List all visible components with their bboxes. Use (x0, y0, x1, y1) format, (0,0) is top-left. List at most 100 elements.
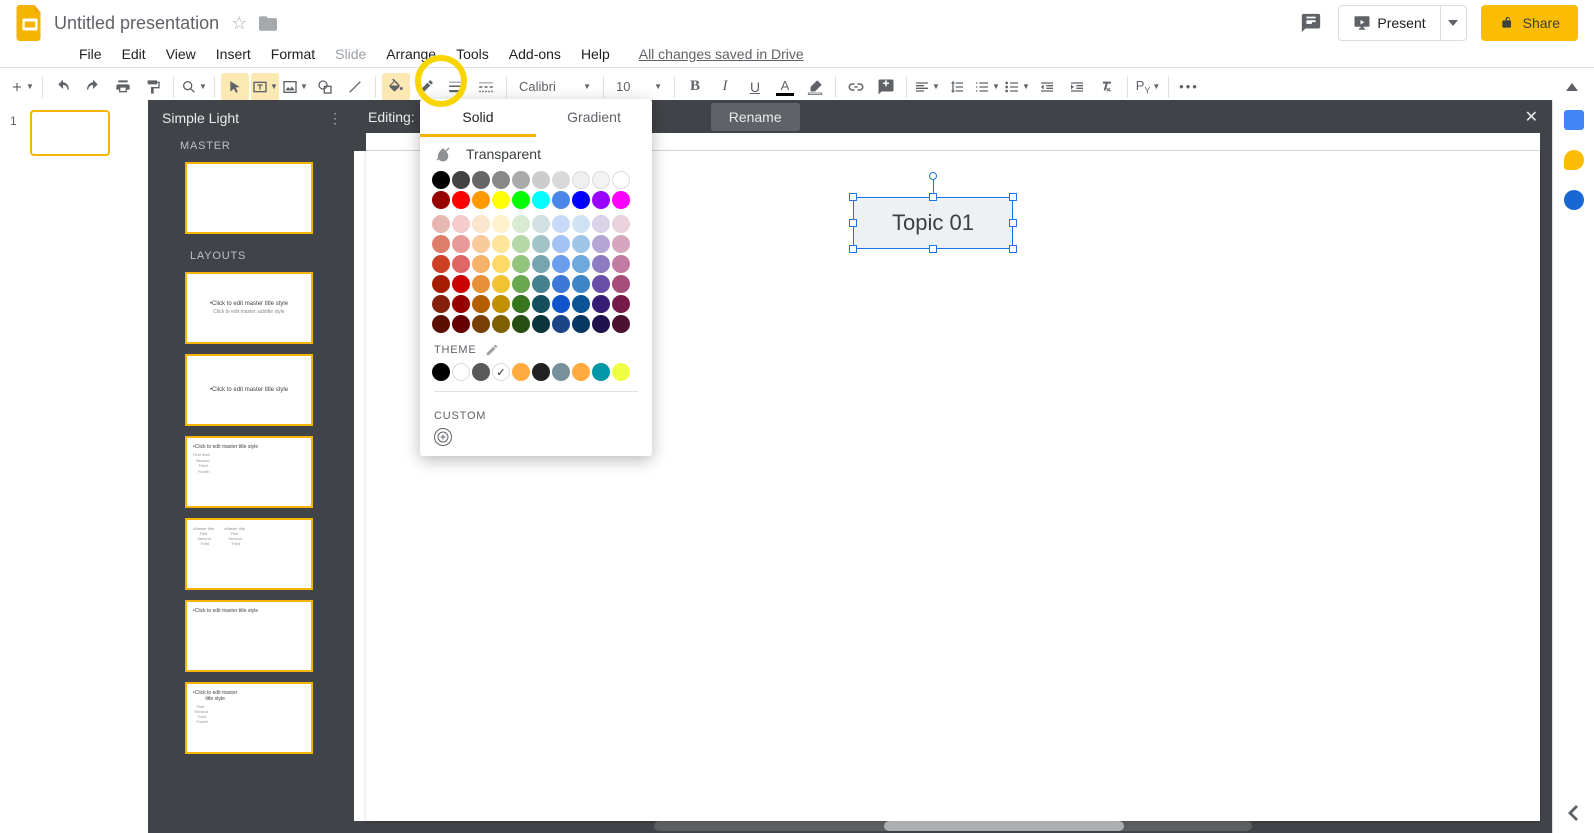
theme-color-swatch[interactable] (472, 363, 490, 381)
color-swatch[interactable] (472, 191, 490, 209)
theme-color-swatch[interactable] (532, 363, 550, 381)
color-swatch[interactable] (552, 191, 570, 209)
color-swatch[interactable] (472, 171, 490, 189)
more-tools-button[interactable]: ••• (1175, 73, 1203, 101)
tab-solid[interactable]: Solid (420, 99, 536, 137)
color-swatch[interactable] (452, 315, 470, 333)
rotate-handle[interactable] (929, 172, 937, 180)
color-swatch[interactable] (492, 275, 510, 293)
rename-button[interactable]: Rename (711, 103, 800, 131)
menu-insert[interactable]: Insert (207, 42, 260, 66)
new-slide-button[interactable]: ▼ (8, 73, 36, 101)
resize-handle-t[interactable] (929, 193, 937, 201)
master-thumbnail[interactable] (185, 162, 313, 234)
color-swatch[interactable] (572, 295, 590, 313)
close-master-button[interactable]: ✕ (1525, 107, 1538, 127)
color-swatch[interactable] (492, 295, 510, 313)
bold-button[interactable]: B (681, 73, 709, 101)
color-swatch[interactable] (572, 255, 590, 273)
star-icon[interactable]: ☆ (231, 13, 247, 34)
insert-comment-button[interactable] (872, 73, 900, 101)
color-swatch[interactable] (512, 315, 530, 333)
increase-indent-button[interactable] (1063, 73, 1091, 101)
color-swatch[interactable] (452, 235, 470, 253)
color-swatch[interactable] (432, 215, 450, 233)
color-swatch[interactable] (432, 191, 450, 209)
color-swatch[interactable] (472, 275, 490, 293)
textbox-tool[interactable]: ▼ (251, 73, 279, 101)
color-swatch[interactable] (612, 315, 630, 333)
resize-handle-tr[interactable] (1009, 193, 1017, 201)
color-swatch[interactable] (552, 235, 570, 253)
line-spacing-button[interactable] (943, 73, 971, 101)
theme-color-swatch[interactable] (512, 363, 530, 381)
color-swatch[interactable] (492, 191, 510, 209)
color-swatch[interactable] (552, 295, 570, 313)
theme-color-swatch[interactable] (592, 363, 610, 381)
resize-handle-br[interactable] (1009, 245, 1017, 253)
color-swatch[interactable] (532, 171, 550, 189)
layout-thumb-body-1col[interactable]: •Click to edit master title style First … (185, 436, 313, 508)
underline-button[interactable]: U (741, 73, 769, 101)
color-swatch[interactable] (452, 191, 470, 209)
theme-color-swatch[interactable] (452, 363, 470, 381)
color-swatch[interactable] (592, 171, 610, 189)
insert-link-button[interactable] (842, 73, 870, 101)
color-swatch[interactable] (592, 215, 610, 233)
color-swatch[interactable] (572, 235, 590, 253)
theme-settings-icon[interactable]: ⋮ (328, 110, 342, 127)
select-tool[interactable] (221, 73, 249, 101)
italic-button[interactable]: I (711, 73, 739, 101)
image-tool[interactable]: ▼ (281, 73, 309, 101)
highlight-color-button[interactable] (801, 73, 829, 101)
text-color-button[interactable]: A (771, 73, 799, 101)
move-folder-icon[interactable] (259, 16, 277, 31)
color-swatch[interactable] (592, 191, 610, 209)
color-swatch[interactable] (452, 295, 470, 313)
color-swatch[interactable] (492, 255, 510, 273)
show-side-panel-icon[interactable] (1568, 805, 1580, 821)
collapse-toolbar-button[interactable] (1558, 73, 1586, 101)
color-swatch[interactable] (552, 315, 570, 333)
color-swatch[interactable] (612, 235, 630, 253)
menu-help[interactable]: Help (572, 42, 619, 66)
color-swatch[interactable] (592, 235, 610, 253)
menu-arrange[interactable]: Arrange (377, 42, 445, 66)
color-swatch[interactable] (512, 191, 530, 209)
calendar-icon[interactable] (1564, 110, 1584, 130)
menu-slide[interactable]: Slide (326, 42, 375, 66)
theme-color-swatch[interactable] (432, 363, 450, 381)
color-swatch[interactable] (492, 315, 510, 333)
color-swatch[interactable] (512, 171, 530, 189)
color-swatch[interactable] (552, 171, 570, 189)
color-swatch[interactable] (532, 275, 550, 293)
layout-thumb-body-2col[interactable]: •Master titleFirst Second Third •Master … (185, 518, 313, 590)
color-swatch[interactable] (532, 255, 550, 273)
present-dropdown[interactable] (1441, 5, 1467, 41)
color-swatch[interactable] (572, 215, 590, 233)
color-swatch[interactable] (532, 315, 550, 333)
color-swatch[interactable] (532, 295, 550, 313)
color-swatch[interactable] (592, 295, 610, 313)
menu-file[interactable]: File (70, 42, 111, 66)
resize-handle-l[interactable] (849, 219, 857, 227)
color-swatch[interactable] (592, 275, 610, 293)
resize-handle-tl[interactable] (849, 193, 857, 201)
color-swatch[interactable] (532, 191, 550, 209)
menu-addons[interactable]: Add-ons (500, 42, 570, 66)
layout-thumb-title-only[interactable]: •Click to edit master title style (185, 600, 313, 672)
font-size-select[interactable]: 10▼ (610, 73, 668, 101)
share-button[interactable]: Share (1481, 5, 1578, 41)
layout-thumb-caption[interactable]: •Click to edit mastertitle style First S… (185, 682, 313, 754)
resize-handle-bl[interactable] (849, 245, 857, 253)
color-swatch[interactable] (592, 315, 610, 333)
horizontal-scrollbar[interactable] (654, 821, 1252, 831)
color-swatch[interactable] (432, 295, 450, 313)
color-swatch[interactable] (472, 215, 490, 233)
bulleted-list-button[interactable]: ▼ (1003, 73, 1031, 101)
theme-color-swatch[interactable] (572, 363, 590, 381)
border-color-button[interactable] (412, 73, 440, 101)
align-button[interactable]: ▼ (913, 73, 941, 101)
theme-color-swatch[interactable] (612, 363, 630, 381)
color-swatch[interactable] (432, 171, 450, 189)
